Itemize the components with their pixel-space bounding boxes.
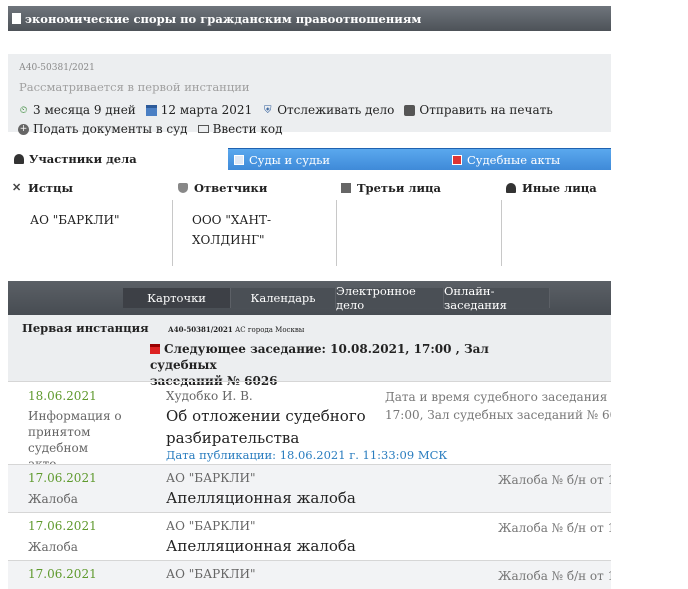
case-parties: ✕ Истцы АО "БАРКЛИ" Ответчики ООО "ХАНТ-… [8, 174, 611, 270]
defendant-name[interactable]: ООО "ХАНТ- ХОЛДИНГ" [192, 210, 271, 250]
plaintiffs-heading: ✕ Истцы [12, 181, 74, 195]
event-note: Жалоба № б/н от 17. [498, 473, 611, 487]
tab-courts-judges[interactable]: Суды и судьи [228, 148, 446, 170]
event-author: Худобко И. В. [166, 389, 253, 403]
third-parties-heading: Третьи лица [341, 181, 441, 195]
calendar-icon [150, 344, 160, 354]
event-title[interactable]: Апелляционная жалоба [166, 487, 376, 509]
column-divider [336, 200, 337, 266]
calendar-icon [145, 104, 157, 116]
event-note: Дата и время судебного заседания 10.08.2… [385, 390, 611, 422]
nav-electronic-case[interactable]: Электронное дело [336, 284, 444, 312]
track-case-button[interactable]: ⛨ Отслеживать дело [262, 103, 394, 117]
case-tabs: Участники дела Суды и судьи Судебные акт… [8, 148, 611, 170]
list-item[interactable]: 17.06.2021 АО "БАРКЛИ" Жалоба № б/н от 1… [8, 560, 611, 589]
person-icon [506, 183, 516, 193]
case-duration: ⏲ 3 месяца 9 дней [19, 103, 136, 117]
event-author: АО "БАРКЛИ" [166, 567, 256, 581]
category-title-bar: экономические споры по гражданским право… [8, 6, 611, 31]
list-item[interactable]: 18.06.2021 Информация о принятом судебно… [8, 381, 611, 471]
clock-icon: ⏲ [19, 104, 28, 116]
keyboard-icon [197, 125, 209, 133]
case-date: 12 марта 2021 [145, 103, 252, 117]
document-icon [452, 154, 462, 165]
building-icon [341, 183, 351, 193]
case-number: А40-50381/2021 [19, 63, 95, 73]
nav-cards[interactable]: Карточки [123, 288, 231, 308]
person-icon [14, 154, 24, 164]
event-note: Жалоба № б/н от 17. [498, 569, 611, 583]
list-item[interactable]: 17.06.2021 Жалоба АО "БАРКЛИ" Апелляцион… [8, 512, 611, 560]
shield-icon [178, 183, 188, 193]
printer-icon [404, 104, 416, 116]
event-type: Информация о принятом судебном акте [28, 409, 122, 471]
case-summary: А40-50381/2021 Рассматривается в первой … [8, 54, 611, 136]
column-divider [172, 200, 173, 266]
crossed-swords-icon: ✕ [12, 181, 22, 194]
case-status: Рассматривается в первой инстанции [19, 80, 250, 94]
events-list: 18.06.2021 Информация о принятом судебно… [8, 381, 611, 589]
event-note: Жалоба № б/н от 17. [498, 521, 611, 535]
event-type: Жалоба [28, 492, 78, 506]
document-icon [12, 13, 21, 24]
event-date: 17.06.2021 [28, 471, 97, 485]
event-date: 17.06.2021 [28, 519, 97, 533]
instance-case-info: А40-50381/2021 АС города Москвы [168, 325, 305, 334]
instance-header: Первая инстанция А40-50381/2021 АС город… [8, 315, 611, 388]
other-parties-heading: Иные лица [506, 181, 597, 195]
plaintiff-name[interactable]: АО "БАРКЛИ" [30, 210, 120, 230]
print-button[interactable]: Отправить на печать [404, 103, 553, 117]
submit-documents-button[interactable]: + Подать документы в суд [18, 122, 188, 136]
event-author: АО "БАРКЛИ" [166, 471, 256, 485]
event-title[interactable]: Апелляционная жалоба [166, 535, 376, 557]
tab-judicial-acts[interactable]: Судебные акты [446, 148, 611, 170]
publication-date: Дата публикации: 18.06.2021 г. 11:33:09 … [166, 448, 448, 462]
plus-icon: + [18, 123, 29, 135]
court-icon [234, 154, 244, 165]
nav-online-hearings[interactable]: Онлайн-заседания [444, 284, 550, 312]
tab-participants[interactable]: Участники дела [8, 148, 228, 170]
instance-title: Первая инстанция [22, 321, 149, 335]
list-item[interactable]: 17.06.2021 Жалоба АО "БАРКЛИ" Апелляцион… [8, 464, 611, 512]
column-divider [501, 200, 502, 266]
event-title[interactable]: Об отложении судебного разбирательства [166, 405, 376, 449]
case-nav-bar: Карточки Календарь Электронное дело Онла… [8, 281, 611, 315]
shield-icon: ⛨ [263, 104, 272, 116]
event-date: 18.06.2021 [28, 389, 97, 403]
event-date: 17.06.2021 [28, 567, 97, 581]
category-title: экономические споры по гражданским право… [25, 11, 422, 26]
enter-code-button[interactable]: Ввести код [197, 122, 283, 136]
nav-calendar[interactable]: Календарь [231, 288, 336, 308]
event-type: Жалоба [28, 540, 78, 554]
defendants-heading: Ответчики [178, 181, 267, 195]
event-author: АО "БАРКЛИ" [166, 519, 256, 533]
